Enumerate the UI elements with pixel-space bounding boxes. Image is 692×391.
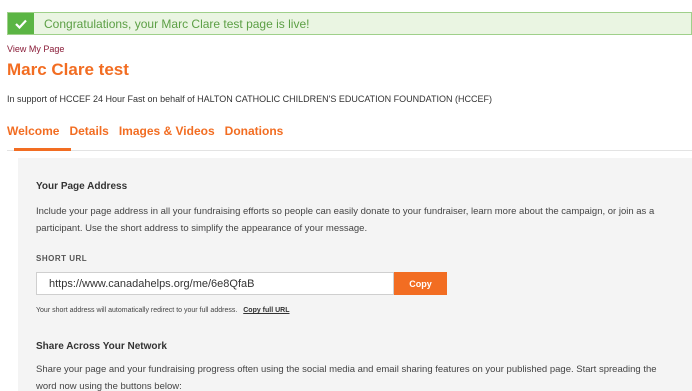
- share-description: Share your page and your fundraising pro…: [36, 364, 657, 391]
- tab-welcome[interactable]: Welcome: [7, 124, 59, 138]
- short-url-label: SHORT URL: [36, 254, 88, 263]
- banner-message: Congratulations, your Marc Clare test pa…: [44, 16, 310, 31]
- tab-divider: [7, 150, 692, 151]
- share-title: Share Across Your Network: [36, 341, 167, 352]
- copy-button[interactable]: Copy: [394, 272, 447, 295]
- check-icon: [8, 13, 34, 34]
- page-address-title: Your Page Address: [36, 181, 128, 192]
- short-url-field[interactable]: https://www.canadahelps.org/me/6e8QfaB: [36, 272, 394, 295]
- success-banner: Congratulations, your Marc Clare test pa…: [7, 12, 692, 35]
- active-tab-indicator: [14, 148, 71, 151]
- view-my-page-link[interactable]: View My Page: [7, 44, 64, 54]
- redirect-note-text: Your short address will automatically re…: [36, 307, 238, 314]
- copy-full-url-link[interactable]: Copy full URL: [243, 307, 289, 314]
- page-address-description: Include your page address in all your fu…: [36, 206, 655, 234]
- redirect-note: Your short address will automatically re…: [36, 307, 290, 314]
- tab-bar: Welcome Details Images & Videos Donation…: [7, 124, 283, 138]
- tab-donations[interactable]: Donations: [225, 124, 284, 138]
- page-title: Marc Clare test: [7, 60, 129, 79]
- support-text: In support of HCCEF 24 Hour Fast on beha…: [7, 94, 492, 104]
- tab-details[interactable]: Details: [69, 124, 108, 138]
- tab-images-videos[interactable]: Images & Videos: [119, 124, 215, 138]
